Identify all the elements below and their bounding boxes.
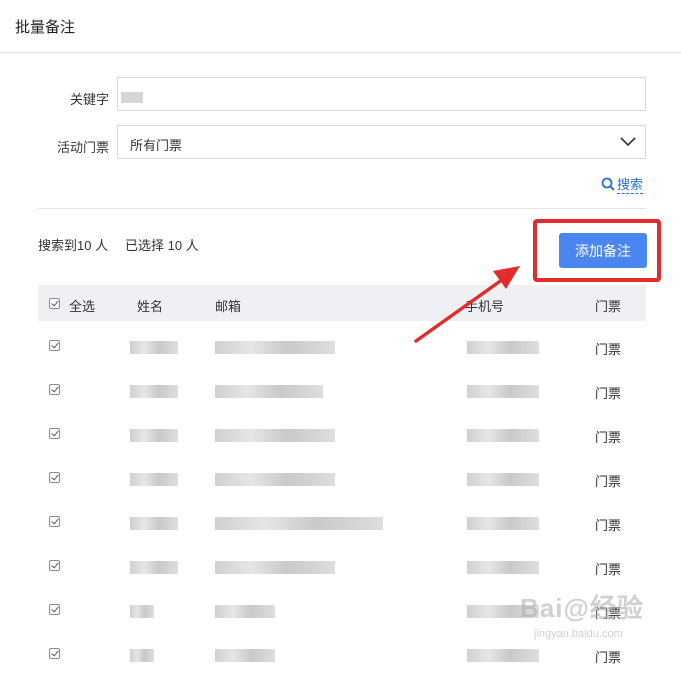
annotation-arrow-icon: [414, 266, 520, 343]
